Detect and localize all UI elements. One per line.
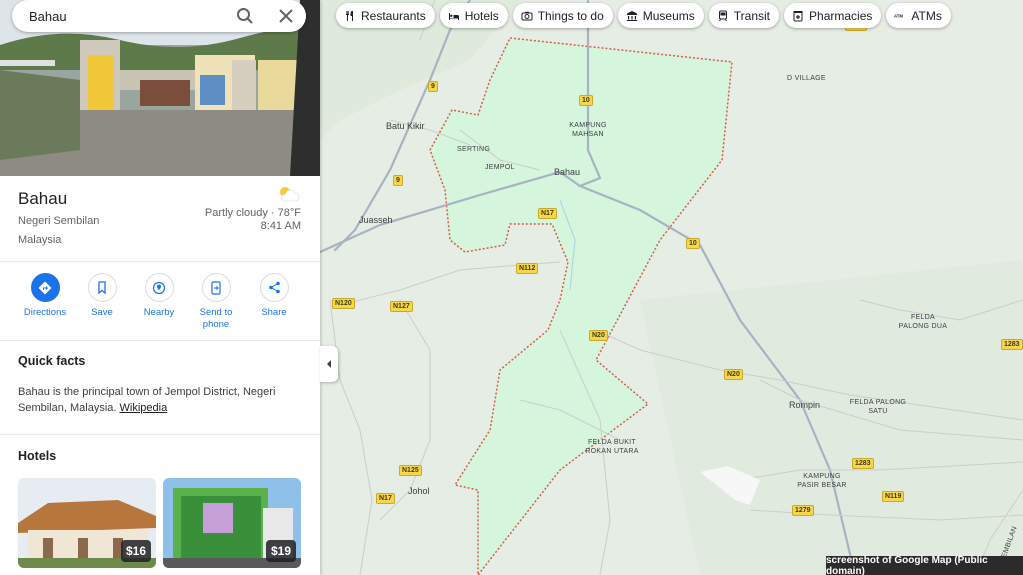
- road-shield: 10: [686, 238, 700, 249]
- hotel-card[interactable]: $16: [18, 478, 156, 568]
- send-circle: [201, 273, 231, 302]
- place-photo[interactable]: Bahau: [0, 0, 320, 176]
- road-shield: N127: [390, 301, 413, 312]
- map-label-juasseh[interactable]: Juasseh: [359, 215, 393, 225]
- search-input[interactable]: Bahau: [29, 9, 67, 24]
- chip-transit[interactable]: Transit: [708, 3, 780, 28]
- train-icon: [718, 10, 727, 21]
- chip-restaurants[interactable]: Restaurants: [336, 3, 435, 28]
- search-icon[interactable]: [236, 7, 254, 25]
- map-label-kampung-pasir-besar: KAMPUNG PASIR BESAR: [797, 473, 847, 489]
- action-label: Save: [91, 307, 113, 318]
- chevron-left-icon: [327, 360, 331, 368]
- share-icon: [268, 281, 280, 294]
- weather-info: Partly cloudy · 78°F 8:41 AM: [205, 207, 301, 233]
- weather-text: Partly cloudy · 78°F: [204, 207, 301, 219]
- map-label-jempol: JEMPOL: [485, 164, 515, 171]
- share-button[interactable]: Share: [245, 273, 303, 319]
- hotel-price: $19: [265, 540, 296, 562]
- road-shield: 1283: [852, 458, 874, 469]
- road-shield: N17: [376, 493, 395, 504]
- chip-label: Pharmacies: [809, 8, 873, 23]
- chip-atms[interactable]: ATM ATMs: [886, 3, 951, 28]
- chip-label: Hotels: [464, 8, 499, 23]
- pill-icon: [793, 10, 803, 21]
- action-label: Share: [261, 307, 287, 318]
- map-label-serting: SERTING: [457, 146, 491, 153]
- save-circle: [87, 273, 117, 302]
- road-shield: 9: [393, 175, 403, 186]
- chip-label: Things to do: [537, 8, 604, 23]
- chip-museums[interactable]: Museums: [617, 3, 704, 28]
- hotel-card[interactable]: $19: [163, 478, 301, 568]
- chip-label: Restaurants: [361, 8, 426, 23]
- action-label: Send to phone: [199, 307, 233, 330]
- bed-icon: [448, 12, 459, 20]
- road-shield: 1279: [792, 505, 814, 516]
- road-shield: N20: [724, 369, 743, 380]
- share-circle: [259, 273, 289, 302]
- quick-facts-text: Bahau is the principal town of Jempol Di…: [18, 384, 308, 416]
- nearby-circle: [144, 273, 174, 302]
- road-shield: 9: [428, 81, 438, 92]
- action-label: Nearby: [143, 307, 175, 318]
- road-shield: N119: [882, 491, 905, 502]
- fork-knife-icon: [346, 10, 353, 21]
- directions-button[interactable]: Directions: [16, 273, 74, 319]
- chip-pharmacies[interactable]: Pharmacies: [784, 3, 882, 28]
- map-label-felda-palong-satu: FELDA PALONG SATU: [849, 399, 907, 415]
- divider: [0, 261, 320, 262]
- place-title: Bahau: [18, 189, 68, 208]
- place-panel: Bahau Bahau Negeri Sembilan Malaysia Par…: [0, 0, 320, 575]
- save-button[interactable]: Save: [73, 273, 131, 319]
- road-shield: N20: [589, 330, 608, 341]
- send-to-phone-icon: [211, 280, 221, 295]
- action-label: Directions: [23, 307, 67, 318]
- road-shield: N125: [399, 465, 422, 476]
- close-icon[interactable]: [277, 7, 295, 25]
- place-state: Negeri Sembilan: [18, 215, 100, 227]
- map-label-felda-palong-dua: FELDA PALONG DUA: [898, 314, 948, 330]
- road-shield: N112: [516, 263, 539, 274]
- place-country: Malaysia: [18, 234, 62, 246]
- camera-icon: [521, 11, 533, 20]
- chip-label: Museums: [642, 8, 695, 23]
- map-label-bahau[interactable]: Bahau: [554, 167, 580, 177]
- quick-facts-title: Quick facts: [18, 354, 86, 368]
- hotels-title: Hotels: [18, 449, 57, 463]
- category-chips: Restaurants Hotels Things to do Museums …: [336, 3, 951, 28]
- nearby-button[interactable]: Nearby: [130, 273, 188, 319]
- nearby-icon: [152, 281, 166, 294]
- partly-cloudy-icon: [280, 187, 300, 202]
- road-shield: 1283: [1001, 339, 1023, 350]
- chip-hotels[interactable]: Hotels: [439, 3, 508, 28]
- wikipedia-link[interactable]: Wikipedia: [120, 402, 168, 414]
- map-label-kampung-mahsan: KAMPUNG MAHSAN: [569, 122, 607, 138]
- museum-icon: [626, 10, 637, 21]
- image-credit: screenshot of Google Map (Public domain): [826, 555, 1023, 575]
- road-shield: N120: [332, 298, 355, 309]
- chip-label: ATMs: [911, 8, 942, 23]
- road-shield: N17: [538, 208, 557, 219]
- map-label-batu-kikir[interactable]: Batu Kikir: [386, 121, 425, 131]
- map-label-rompin[interactable]: Rompin: [789, 400, 820, 410]
- chip-things-to-do[interactable]: Things to do: [512, 3, 613, 28]
- map-label-d-village: D VILLAGE: [787, 75, 826, 82]
- divider: [0, 340, 320, 341]
- road-shield: 10: [579, 95, 593, 106]
- directions-icon: [38, 281, 52, 294]
- divider: [0, 434, 320, 435]
- map-label-felda-bukit-rokan-utara: FELDA BUKIT ROKAN UTARA: [585, 439, 639, 455]
- directions-circle: [30, 273, 60, 302]
- collapse-panel-button[interactable]: [320, 346, 338, 382]
- bookmark-icon: [98, 281, 106, 294]
- map-label-johol[interactable]: Johol: [408, 486, 430, 496]
- svg-text:ATM: ATM: [894, 13, 903, 18]
- chip-label: Transit: [733, 8, 771, 23]
- local-time: 8:41 AM: [260, 220, 301, 232]
- search-box[interactable]: Bahau: [12, 0, 306, 32]
- send-to-phone-button[interactable]: Send to phone: [187, 273, 245, 331]
- hotel-price: $16: [120, 540, 151, 562]
- atm-icon: ATM: [894, 13, 903, 18]
